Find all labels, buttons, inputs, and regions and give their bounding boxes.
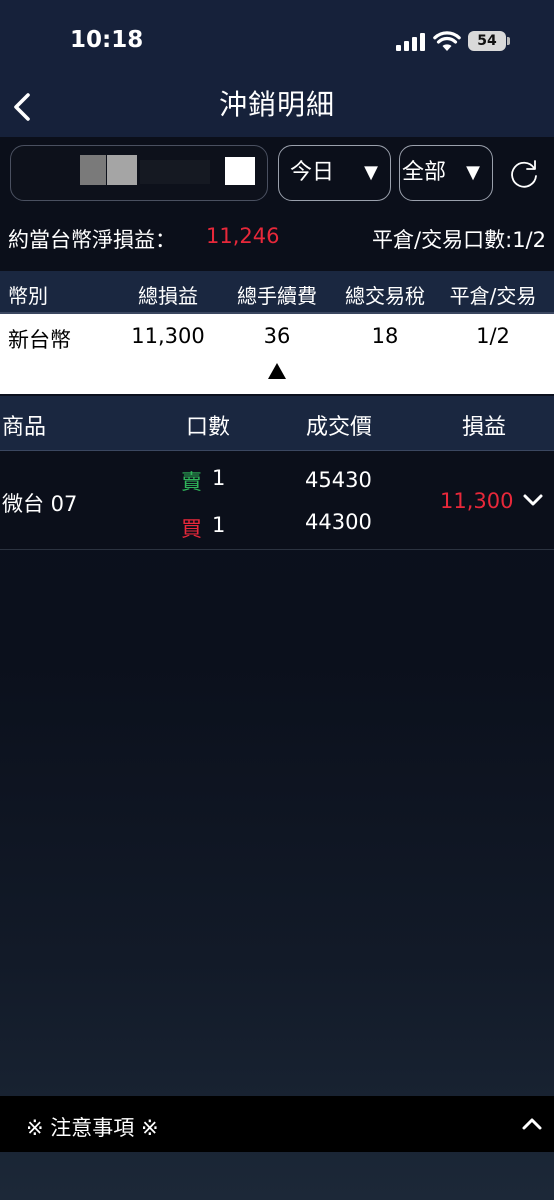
currency-total-fee: 36 [263, 324, 291, 348]
buy-qty: 1 [212, 513, 226, 537]
net-pl-label: 約當台幣淨損益： [8, 228, 176, 252]
buy-label: 買 [181, 517, 202, 541]
currency-table-header: 幣別 總損益 總手續費 總交易稅 平倉/交易 [0, 271, 554, 312]
detail-table-header: 商品 口數 成交價 損益 [0, 396, 554, 451]
col-total-tax: 總交易稅 [345, 284, 425, 308]
currency-total-tax: 18 [371, 324, 399, 348]
status-time: 10:18 [70, 27, 144, 53]
signal-icon [396, 33, 426, 51]
col-lots: 口數 [185, 415, 230, 440]
chevron-up-icon[interactable] [521, 1116, 543, 1132]
account-mask [140, 160, 210, 184]
currency-total-pl: 11,300 [131, 324, 205, 348]
net-pl-value: 11,246 [206, 224, 280, 248]
buy-price: 44300 [305, 510, 372, 534]
battery-icon: 54 [468, 31, 506, 51]
type-dropdown[interactable]: 全部 ▼ [399, 145, 493, 201]
sell-qty: 1 [212, 466, 226, 490]
col-total-pl: 總損益 [138, 284, 198, 308]
currency-close-trade: 1/2 [476, 324, 510, 348]
date-dropdown-value: 今日 [290, 160, 335, 185]
type-dropdown-value: 全部 [402, 160, 447, 185]
col-pl: 損益 [461, 415, 506, 440]
col-close-trade: 平倉/交易 [449, 284, 537, 308]
page-title: 沖銷明細 [218, 88, 335, 121]
currency-table-row[interactable]: 新台幣 11,300 36 18 1/2 [0, 312, 554, 394]
date-dropdown[interactable]: 今日 ▼ [278, 145, 391, 201]
col-currency: 幣別 [8, 284, 48, 308]
account-mask [80, 155, 106, 185]
dropdown-arrow-icon: ▼ [364, 162, 378, 183]
wifi-icon [433, 31, 461, 51]
sell-label: 賣 [181, 470, 202, 494]
collapse-triangle-icon[interactable] [267, 362, 287, 380]
col-price: 成交價 [305, 415, 372, 440]
close-trade-count: 平倉/交易口數:1/2 [372, 228, 546, 252]
col-product: 商品 [2, 415, 47, 440]
account-mask [107, 155, 137, 185]
notice-label: ※ 注意事項 ※ [26, 1116, 159, 1140]
account-mask-square [225, 157, 255, 185]
row-pl: 11,300 [440, 489, 514, 513]
sell-price: 45430 [305, 468, 372, 492]
table-row[interactable]: 微台 07 賣 1 買 1 45430 44300 11,300 [0, 451, 554, 550]
dropdown-arrow-icon: ▼ [466, 162, 480, 183]
currency-name: 新台幣 [8, 328, 71, 352]
refresh-icon[interactable] [508, 158, 540, 190]
chevron-down-icon[interactable] [522, 492, 544, 508]
col-total-fee: 總手續費 [237, 284, 317, 308]
product-name: 微台 07 [2, 492, 78, 516]
battery-tip [507, 37, 510, 45]
